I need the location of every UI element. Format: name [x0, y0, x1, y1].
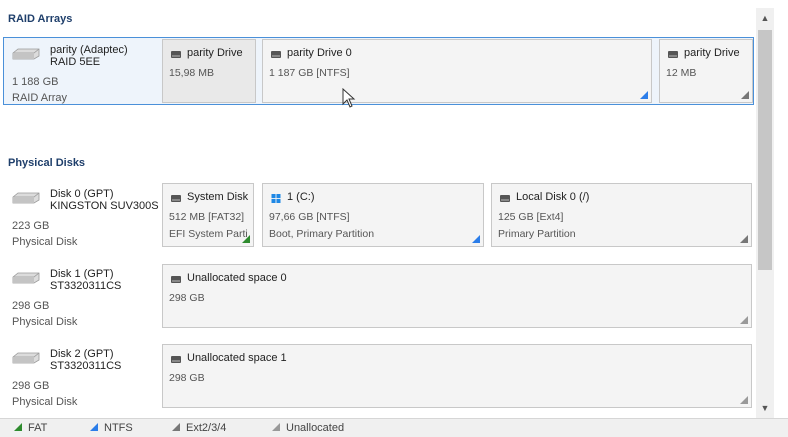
- physical-section-title: Physical Disks: [8, 157, 86, 169]
- partition-name: Unallocated space 1: [187, 352, 287, 364]
- partition-name: parity Drive: [187, 47, 243, 59]
- disk-1-info[interactable]: Disk 1 (GPT) ST3320311CS 298 GB Physical…: [8, 264, 158, 328]
- vertical-scrollbar[interactable]: ▲ ▼: [756, 8, 774, 418]
- partition-name: Unallocated space 0: [187, 272, 287, 284]
- partition-name: parity Drive 0: [287, 47, 352, 59]
- hard-disk-icon: [12, 192, 40, 204]
- disk-2-info[interactable]: Disk 2 (GPT) ST3320311CS 298 GB Physical…: [8, 344, 158, 408]
- disk-0-partition-1[interactable]: 1 (C:) 97,66 GB [NTFS] Boot, Primary Par…: [262, 183, 484, 247]
- raid-disk-info[interactable]: parity (Adaptec) RAID 5EE 1 188 GB RAID …: [8, 40, 164, 104]
- disk-size: 223 GB: [12, 220, 50, 232]
- drive-icon: [271, 51, 281, 58]
- partition-name: 1 (C:): [287, 191, 315, 203]
- hard-disk-icon: [12, 272, 40, 284]
- disk-model: KINGSTON SUV300S: [50, 200, 159, 212]
- fat-indicator-icon: [242, 235, 250, 243]
- raid-disk-name: parity (Adaptec): [50, 44, 128, 56]
- drive-icon: [171, 356, 181, 363]
- disk-size: 298 GB: [12, 300, 50, 312]
- filesystem-legend: FAT NTFS Ext2/3/4 Unallocated: [0, 418, 788, 437]
- ntfs-legend-icon: [90, 423, 98, 431]
- raid-partition-2[interactable]: parity Drive 12 MB: [659, 39, 753, 103]
- disk-name: Disk 1 (GPT): [50, 268, 114, 280]
- legend-fat: FAT: [14, 422, 47, 434]
- drive-icon: [171, 51, 181, 58]
- disk-2-partition-0[interactable]: Unallocated space 1 298 GB: [162, 344, 752, 408]
- hard-disk-icon: [12, 48, 40, 60]
- disk-name: Disk 0 (GPT): [50, 188, 114, 200]
- disk-kind: Physical Disk: [12, 236, 78, 248]
- raid-section-title: RAID Arrays: [8, 13, 73, 25]
- disk-kind: Physical Disk: [12, 316, 78, 328]
- ext-indicator-icon: [740, 235, 748, 243]
- partition-name: Local Disk 0 (/): [516, 191, 590, 203]
- partition-type: EFI System Parti: [169, 228, 248, 240]
- ntfs-indicator-icon: [640, 91, 648, 99]
- partition-name: System Disk: [187, 191, 249, 203]
- legend-unallocated: Unallocated: [272, 422, 344, 434]
- chevron-down-icon[interactable]: ▼: [756, 400, 774, 416]
- drive-icon: [500, 195, 510, 202]
- legend-ext: Ext2/3/4: [172, 422, 226, 434]
- disk-0-info[interactable]: Disk 0 (GPT) KINGSTON SUV300S 223 GB Phy…: [8, 184, 159, 248]
- partition-size: 298 GB: [169, 292, 205, 304]
- ext-legend-icon: [172, 423, 180, 431]
- drive-icon: [171, 276, 181, 283]
- disk-0-partition-2[interactable]: Local Disk 0 (/) 125 GB [Ext4] Primary P…: [491, 183, 752, 247]
- raid-disk-size: 1 188 GB: [12, 76, 59, 88]
- partition-size: 1 187 GB [NTFS]: [269, 67, 350, 79]
- disk-1-partition-0[interactable]: Unallocated space 0 298 GB: [162, 264, 752, 328]
- partition-size: 298 GB: [169, 372, 205, 384]
- hard-disk-icon: [12, 352, 40, 364]
- raid-partition-0[interactable]: parity Drive 15,98 MB: [162, 39, 256, 103]
- partition-size: 12 MB: [666, 67, 697, 79]
- disk-size: 298 GB: [12, 380, 50, 392]
- raid-disk-model: RAID 5EE: [50, 56, 101, 68]
- disk-model: ST3320311CS: [50, 280, 122, 292]
- disk-model: ST3320311CS: [50, 360, 122, 372]
- chevron-up-icon[interactable]: ▲: [756, 10, 774, 26]
- mouse-cursor-icon: [342, 88, 356, 108]
- unallocated-legend-icon: [272, 423, 280, 431]
- unallocated-indicator-icon: [740, 316, 748, 324]
- partition-size: 125 GB [Ext4]: [498, 211, 564, 223]
- raid-array-row[interactable]: parity (Adaptec) RAID 5EE 1 188 GB RAID …: [3, 37, 754, 105]
- partition-size: 97,66 GB [NTFS]: [269, 211, 350, 223]
- disk-name: Disk 2 (GPT): [50, 348, 114, 360]
- ntfs-indicator-icon: [472, 235, 480, 243]
- raid-disk-kind: RAID Array: [12, 92, 68, 104]
- raid-partition-1[interactable]: parity Drive 0 1 187 GB [NTFS]: [262, 39, 652, 103]
- partition-type: Primary Partition: [498, 228, 576, 240]
- disk-manager-view: RAID Arrays parity (Adaptec) RAID 5EE 1 …: [0, 0, 788, 437]
- drive-icon: [171, 195, 181, 202]
- legend-ntfs: NTFS: [90, 422, 133, 434]
- fat-legend-icon: [14, 423, 22, 431]
- unallocated-indicator-icon: [740, 396, 748, 404]
- partition-size: 15,98 MB: [169, 67, 214, 79]
- ext-indicator-icon: [741, 91, 749, 99]
- windows-icon: [271, 194, 281, 203]
- scrollbar-thumb[interactable]: [758, 30, 772, 270]
- drive-icon: [668, 51, 678, 58]
- disk-kind: Physical Disk: [12, 396, 78, 408]
- disk-0-partition-0[interactable]: System Disk 512 MB [FAT32] EFI System Pa…: [162, 183, 254, 247]
- disk-list-panel: RAID Arrays parity (Adaptec) RAID 5EE 1 …: [0, 0, 756, 418]
- partition-type: Boot, Primary Partition: [269, 228, 375, 240]
- partition-name: parity Drive: [684, 47, 740, 59]
- partition-size: 512 MB [FAT32]: [169, 211, 245, 223]
